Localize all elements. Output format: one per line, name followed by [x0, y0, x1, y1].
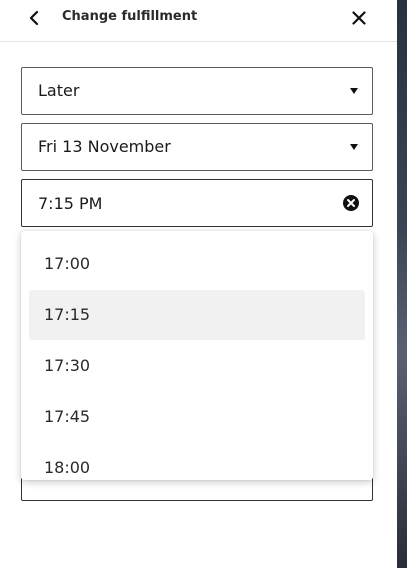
fulfillment-panel: Change fulfillment Later Fri 13 November…	[0, 0, 397, 568]
date-select[interactable]: Fri 13 November	[21, 123, 373, 171]
when-select[interactable]: Later	[21, 67, 373, 115]
time-option[interactable]: 17:45	[29, 392, 365, 442]
time-input[interactable]	[38, 192, 318, 214]
time-option-highlighted[interactable]: 17:15	[29, 290, 365, 340]
when-select-value: Later	[38, 81, 80, 100]
time-options-listbox: 17:00 17:15 17:30 17:45 18:00	[21, 231, 373, 480]
time-field	[21, 179, 373, 227]
page-title: Change fulfillment	[62, 9, 198, 24]
close-button[interactable]	[346, 6, 372, 30]
background-backdrop	[397, 0, 407, 568]
date-select-value: Fri 13 November	[38, 137, 171, 156]
panel-header: Change fulfillment	[0, 0, 397, 42]
caret-down-icon	[350, 144, 358, 150]
close-icon	[352, 11, 366, 25]
time-option[interactable]: 17:00	[29, 239, 365, 289]
clear-circle-icon[interactable]	[342, 194, 360, 212]
time-option[interactable]: 17:30	[29, 341, 365, 391]
back-button[interactable]	[21, 6, 47, 30]
chevron-left-icon	[29, 10, 39, 26]
time-option[interactable]: 18:00	[29, 443, 365, 480]
caret-down-icon	[350, 88, 358, 94]
